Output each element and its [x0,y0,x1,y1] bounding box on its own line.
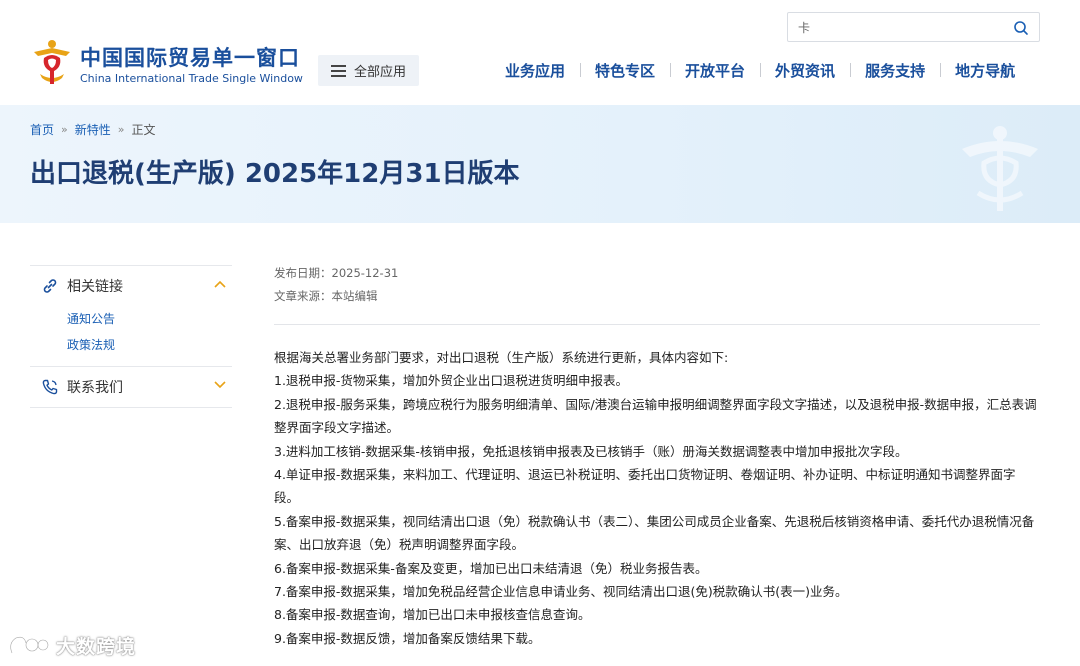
article-source: 文章来源：本站编辑 [274,289,378,303]
search-input[interactable] [798,19,1008,36]
customs-emblem-icon [962,126,1038,211]
article-item: 8.备案申报-数据查询，增加已出口未申报核查信息查询。 [274,607,591,623]
sidebar-group-label: 相关链接 [67,279,123,295]
breadcrumb-home[interactable]: 首页 [30,121,54,138]
chevron-up-icon [214,280,226,288]
article-meta: 发布日期：2025-12-31 文章来源：本站编辑 [274,262,398,308]
watermark: 大数跨境 [6,632,136,659]
sidebar-group-related-links: 相关链接 通知公告 政策法规 [30,265,232,366]
watermark-logo-icon [9,635,50,654]
link-icon [43,279,57,293]
nav-trade-news[interactable]: 外贸资讯 [760,60,850,81]
search-icon[interactable] [1013,20,1029,36]
brand-name-en: China International Trade Single Window [80,72,303,85]
article-item: 1.退税申报-货物采集，增加外贸企业出口退税进货明细申报表。 [274,373,628,389]
sidebar-item-notices[interactable]: 通知公告 [67,306,232,332]
article-item: 9.备案申报-数据反馈，增加备案反馈结果下载。 [274,630,541,646]
sidebar-contact-toggle[interactable]: 联系我们 [30,367,232,407]
watermark-text: 大数跨境 [56,636,137,658]
title-banner: 首页 » 新特性 » 正文 出口退税(生产版) 2025年12月31日版本 [0,105,1080,223]
article-intro: 根据海关总署业务部门要求，对出口退税（生产版）系统进行更新，具体内容如下: [274,350,729,365]
article-item: 4.单证申报-数据采集，来料加工、代理证明、退运已补税证明、委托出口货物证明、卷… [274,467,1016,506]
all-apps-button[interactable]: 全部应用 [318,55,419,86]
breadcrumb-separator: » [117,123,125,136]
article-body: 根据海关总署业务部门要求，对出口退税（生产版）系统进行更新，具体内容如下: 1.… [274,346,1040,650]
site-header: 中国国际贸易单一窗口 China International Trade Sin… [0,0,1080,105]
sidebar: 相关链接 通知公告 政策法规 联系我们 [30,265,232,408]
meta-divider [274,324,1040,325]
breadcrumb: 首页 » 新特性 » 正文 [30,121,156,138]
brand-name-cn[interactable]: 中国国际贸易单一窗口 [80,42,300,72]
nav-business-apps[interactable]: 业务应用 [490,60,580,81]
breadcrumb-separator: » [61,123,68,136]
chevron-down-icon [214,381,226,389]
phone-icon [42,379,58,395]
sidebar-related-links-toggle[interactable]: 相关链接 [30,266,232,306]
search-box [787,12,1040,42]
sidebar-group-contact: 联系我们 [30,366,232,408]
nav-featured-zone[interactable]: 特色专区 [580,60,670,81]
sidebar-group-label: 联系我们 [67,380,123,396]
article-item: 3.进料加工核销-数据采集-核销申报，免抵退核销申报表及已核销手（账）册海关数据… [274,443,908,459]
single-window-logo[interactable] [30,38,74,88]
menu-icon [330,64,346,77]
article-item: 2.退税申报-服务采集，跨境应税行为服务明细清单、国际/港澳台运输申报明细调整界… [274,396,1037,436]
page-title: 出口退税(生产版) 2025年12月31日版本 [30,159,520,189]
nav-open-platform[interactable]: 开放平台 [670,60,760,81]
all-apps-label: 全部应用 [353,65,406,80]
article-item: 7.备案申报-数据采集，增加免税品经营企业信息申请业务、视同结清出口退(免)税款… [274,584,848,600]
breadcrumb-current: 正文 [131,123,156,137]
article-item: 5.备案申报-数据采集，视同结清出口退（免）税款确认书（表二）、集团公司成员企业… [274,513,1035,553]
sidebar-item-policies[interactable]: 政策法规 [67,332,232,358]
main-nav: 业务应用 特色专区 开放平台 外贸资讯 服务支持 地方导航 [490,60,1030,80]
breadcrumb-section[interactable]: 新特性 [75,121,111,138]
article-item: 6.备案申报-数据采集-备案及变更，增加已出口未结清退（免）税业务报告表。 [274,560,708,576]
publish-date: 发布日期：2025-12-31 [274,266,399,280]
nav-local-navigation[interactable]: 地方导航 [940,60,1030,81]
nav-service-support[interactable]: 服务支持 [850,60,940,81]
sidebar-sub-list: 通知公告 政策法规 [30,306,232,366]
